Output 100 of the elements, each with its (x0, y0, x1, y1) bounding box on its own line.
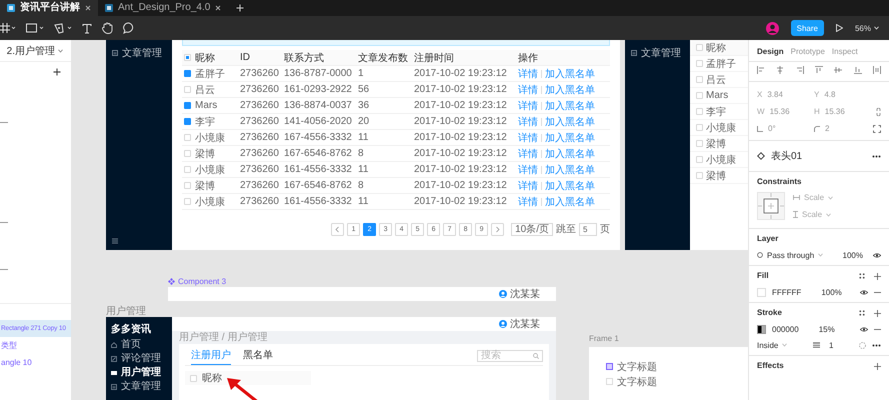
constraint-select[interactable]: Scale (793, 210, 834, 219)
align-center-icon[interactable] (776, 66, 784, 74)
blend-mode-select[interactable]: Pass through (757, 250, 824, 260)
zoom-selector[interactable]: 56% (854, 24, 879, 32)
action-link[interactable]: 详情 (518, 194, 538, 208)
nav-item[interactable]: 文章管理 (106, 380, 172, 394)
opacity-value[interactable]: 100% (821, 288, 842, 296)
column-header: 联系方式 (284, 52, 324, 64)
layer-item[interactable]: angle 10 (0, 354, 71, 371)
action-link[interactable]: 加入黑名单 (545, 178, 595, 192)
action-link[interactable]: 详情 (518, 66, 538, 80)
constraint-select[interactable]: Scale (793, 193, 834, 202)
file-tab[interactable]: Ant_Design_Pro_4.0 (98, 0, 228, 16)
checkbox[interactable] (184, 70, 191, 77)
align-left-icon[interactable] (757, 66, 765, 74)
stroke-sides-icon[interactable] (859, 342, 866, 348)
action-link[interactable]: 加入黑名单 (545, 82, 595, 96)
table-cell-text: 梁博 (195, 180, 215, 192)
next-page-icon[interactable] (491, 222, 504, 236)
action-link[interactable]: 详情 (518, 82, 538, 96)
action-link[interactable]: 加入黑名单 (545, 130, 595, 144)
close-icon[interactable] (215, 5, 222, 11)
opacity-value[interactable]: 100% (842, 250, 863, 260)
close-icon[interactable] (85, 5, 91, 11)
number-field[interactable]: 2 (814, 124, 871, 133)
checkbox[interactable] (606, 363, 613, 370)
constrain-proportions-icon[interactable] (876, 108, 881, 116)
nav-item[interactable]: 文章管理 (625, 40, 690, 66)
share-button[interactable]: Share (790, 20, 824, 36)
stroke-position-select[interactable]: Inside (757, 340, 788, 350)
tab[interactable]: Inspect (832, 47, 858, 56)
action-link[interactable]: 详情 (518, 98, 538, 112)
styles-icon[interactable] (859, 310, 865, 316)
action-link[interactable]: 加入黑名单 (545, 98, 595, 112)
select-all-checkbox[interactable] (184, 54, 191, 61)
action-link[interactable]: 详情 (518, 114, 538, 128)
home-icon (111, 342, 117, 348)
distribute-icon[interactable] (872, 66, 881, 74)
number-field[interactable]: X 3.84 (757, 90, 814, 99)
number-field[interactable]: H 15.36 (814, 107, 871, 116)
rectangle-tool-icon[interactable] (26, 23, 44, 33)
eye-icon[interactable] (860, 290, 868, 294)
checkbox[interactable] (184, 118, 191, 125)
text-tool-icon[interactable] (82, 22, 92, 34)
constraints-drawing[interactable] (757, 192, 785, 220)
align-bottom-icon[interactable] (854, 66, 862, 74)
comment-tool-icon[interactable] (123, 22, 135, 34)
nav-item[interactable]: 文章管理 (106, 40, 172, 66)
pen-tool-icon[interactable] (54, 22, 72, 34)
tab[interactable]: 注册用户 (191, 346, 231, 365)
action-link[interactable]: 加入黑名单 (545, 194, 595, 208)
nav-item[interactable]: 首页 (106, 338, 172, 352)
tab[interactable]: Prototype (790, 47, 825, 56)
more-icon[interactable] (872, 344, 881, 346)
menu-icon[interactable] (112, 238, 118, 244)
hand-tool-icon[interactable] (102, 22, 113, 34)
action-link[interactable]: 加入黑名单 (545, 146, 595, 160)
table-cell: 2017-10-02 19:23:12 (414, 180, 507, 191)
eye-icon[interactable] (873, 252, 881, 258)
table-cell: 8 (358, 180, 364, 191)
page-selector[interactable]: 2.用户管理 (6, 44, 63, 58)
number-field[interactable]: Y 4.8 (814, 90, 871, 99)
align-middle-icon[interactable] (834, 66, 842, 74)
action-link[interactable]: 加入黑名单 (545, 162, 595, 176)
table-cell: 161-4556-3332 (284, 196, 352, 207)
number-field[interactable]: 0° (757, 124, 814, 133)
tab[interactable]: 黑名单 (243, 346, 273, 365)
action-link[interactable]: 加入黑名单 (545, 66, 595, 80)
nav-item[interactable]: 用户管理 (106, 366, 172, 380)
opacity-value[interactable]: 15% (818, 324, 835, 334)
stroke-weight-value[interactable]: 1 (828, 340, 834, 350)
color-value[interactable]: FFFFFF (772, 288, 802, 296)
add-icon[interactable] (53, 68, 61, 76)
plus-icon[interactable] (236, 4, 244, 12)
action-link[interactable]: 详情 (518, 130, 538, 144)
page-input[interactable]: 5 (579, 222, 597, 236)
previous-page-icon[interactable] (331, 222, 344, 236)
color-value[interactable]: 000000 (772, 324, 799, 334)
frame-tool-icon[interactable] (0, 23, 16, 33)
eye-icon[interactable] (860, 326, 868, 332)
color-swatch[interactable] (757, 324, 766, 334)
resize-icon[interactable] (873, 124, 881, 132)
page-size-select[interactable]: 10条/页 (511, 222, 553, 236)
action-link[interactable]: 详情 (518, 146, 538, 160)
checkbox[interactable] (184, 102, 191, 109)
number-field[interactable]: W 15.36 (757, 107, 814, 116)
nav-item[interactable]: 评论管理 (106, 352, 172, 366)
file-tab[interactable]: 资讯平台讲解 (0, 0, 98, 16)
action-link[interactable]: 详情 (518, 178, 538, 192)
align-top-icon[interactable] (814, 66, 823, 74)
action-link[interactable]: 详情 (518, 162, 538, 176)
align-right-icon[interactable] (796, 66, 804, 74)
search-field[interactable]: 搜索 (477, 350, 543, 362)
more-icon[interactable] (872, 154, 881, 158)
play-icon[interactable] (836, 24, 843, 32)
action-link[interactable]: 加入黑名单 (545, 114, 595, 128)
tab[interactable]: Design (757, 47, 784, 56)
styles-icon[interactable] (859, 273, 865, 279)
table-cell: 2736260 (240, 116, 279, 127)
layer-item[interactable]: 类型 (0, 337, 71, 354)
